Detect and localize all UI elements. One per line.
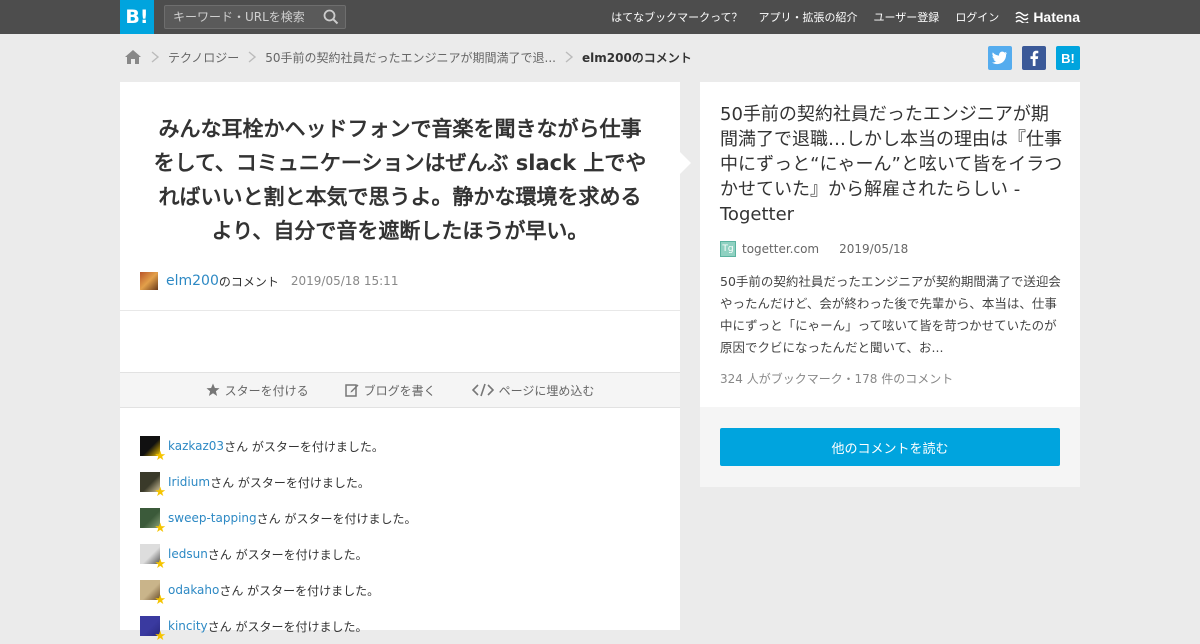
list-item: ★ kincity さん がスターを付けました。 (140, 608, 660, 644)
star-user-link[interactable]: sweep-tapping (168, 511, 257, 525)
search-input[interactable] (165, 6, 315, 28)
avatar[interactable]: ★ (140, 472, 166, 499)
chevron-right-icon (248, 51, 257, 63)
star-text: さん がスターを付けました。 (207, 547, 368, 562)
star-user-link[interactable]: kincity (168, 619, 208, 633)
list-item: ★ ledsun さん がスターを付けました。 (140, 536, 660, 572)
comment-text: みんな耳栓かヘッドフォンで音楽を聞きながら仕事をして、コミュニケーションはぜんぶ… (153, 117, 647, 243)
action-bar: スターを付ける ブログを書く ページに埋め込む (120, 372, 680, 408)
comment-suffix: のコメント (218, 274, 279, 289)
list-item: ★ kazkaz03 さん がスターを付けました。 (140, 428, 660, 464)
star-icon (206, 383, 220, 396)
entry-date: 2019/05/18 (839, 242, 909, 256)
share-buttons: B! (978, 46, 1080, 70)
embed-label: ページに埋め込む (498, 383, 595, 398)
edit-icon (344, 384, 359, 397)
write-blog-button[interactable]: ブログを書く (344, 382, 436, 399)
star-text: さん がスターを付けました。 (224, 439, 384, 454)
list-item: ★ odakaho さん がスターを付けました。 (140, 572, 660, 608)
nav-about[interactable]: はてなブックマークって？ (611, 9, 742, 25)
star-icon: ★ (154, 521, 166, 536)
add-star-button[interactable]: スターを付ける (206, 382, 309, 399)
add-star-label: スターを付ける (224, 383, 309, 398)
star-icon: ★ (154, 449, 166, 464)
star-icon: ★ (154, 485, 166, 500)
breadcrumb-current: elm200のコメント (582, 50, 692, 65)
hatena-brand-link[interactable]: Hatena (1015, 9, 1080, 25)
entry-source: Tg togetter.com 2019/05/18 (720, 241, 908, 257)
star-list: ★ kazkaz03 さん がスターを付けました。 ★ Iridium さん がスターを付… (140, 428, 660, 644)
entry-counts[interactable]: 324 人がブックマーク・178 件のコメント (720, 370, 953, 387)
breadcrumb-entry[interactable]: 50手前の契約社員だったエンジニアが期間満了で退... (265, 49, 556, 66)
pointer-arrow (680, 152, 691, 174)
entry-title-link[interactable]: 50手前の契約社員だったエンジニアが期間満了で退職…しかし本当の理由は『仕事中に… (720, 102, 1065, 227)
avatar[interactable]: ★ (140, 580, 166, 607)
star-icon: ★ (154, 557, 166, 572)
top-nav: はてなブックマークって？ アプリ・拡張の紹介 ユーザー登録 ログイン Haten… (595, 0, 1080, 34)
list-item: ★ sweep-tapping さん がスターを付けました。 (140, 500, 660, 536)
write-blog-label: ブログを書く (363, 383, 436, 398)
entry-summary: 50手前の契約社員だったエンジニアが契約期間満了で送迎会やったんだけど、会が終わ… (720, 274, 1061, 355)
hatena-bookmark-logo[interactable]: B! (120, 0, 154, 34)
avatar[interactable]: ★ (140, 508, 166, 535)
nav-login[interactable]: ログイン (955, 9, 999, 25)
chevron-right-icon (151, 51, 160, 63)
star-user-link[interactable]: kazkaz03 (168, 439, 224, 453)
star-text: さん がスターを付けました。 (256, 511, 417, 526)
home-icon[interactable] (124, 49, 142, 65)
embed-button[interactable]: ページに埋め込む (471, 382, 595, 399)
facebook-icon (1030, 50, 1039, 66)
comment-user-link[interactable]: elm200 (166, 273, 219, 289)
more-comments-panel: 他のコメントを読む (700, 407, 1080, 487)
star-icon: ★ (154, 629, 166, 644)
entry-domain[interactable]: togetter.com (742, 242, 819, 256)
breadcrumb-category[interactable]: テクノロジー (168, 49, 239, 66)
star-text: さん がスターを付けました。 (207, 619, 368, 634)
twitter-share-button[interactable] (988, 46, 1012, 70)
top-bar: B! はてなブックマークって？ アプリ・拡張の紹介 ユーザー登録 ログイン Ha… (0, 0, 1200, 34)
entry-card: 50手前の契約社員だったエンジニアが期間満了で退職…しかし本当の理由は『仕事中に… (700, 82, 1080, 407)
facebook-share-button[interactable] (1022, 46, 1046, 70)
comment-card: みんな耳栓かヘッドフォンで音楽を聞きながら仕事をして、コミュニケーションはぜんぶ… (120, 82, 680, 643)
star-icon: ★ (154, 593, 166, 608)
star-user-link[interactable]: Iridium (168, 475, 210, 489)
hatena-wave-icon (1015, 11, 1029, 23)
avatar[interactable]: ★ (140, 436, 166, 463)
comment-date[interactable]: 2019/05/18 15:11 (291, 274, 399, 288)
chevron-right-icon (565, 51, 574, 63)
comment-meta: elm200 のコメント 2019/05/18 15:11 (140, 272, 398, 290)
list-item: ★ Iridium さん がスターを付けました。 (140, 464, 660, 500)
star-user-link[interactable]: ledsun (168, 547, 208, 561)
nav-apps[interactable]: アプリ・拡張の紹介 (759, 9, 858, 25)
twitter-icon (992, 51, 1007, 65)
avatar[interactable]: ★ (140, 616, 166, 643)
divider (120, 310, 680, 311)
star-text: さん がスターを付けました。 (210, 475, 370, 490)
breadcrumb: テクノロジー 50手前の契約社員だったエンジニアが期間満了で退... elm20… (124, 46, 692, 68)
search-icon[interactable] (323, 9, 339, 25)
togetter-favicon-icon: Tg (720, 241, 736, 257)
avatar[interactable] (140, 272, 158, 290)
hatena-share-button[interactable]: B! (1056, 46, 1080, 70)
star-user-link[interactable]: odakaho (168, 583, 219, 597)
hatena-brand-label: Hatena (1033, 9, 1080, 25)
read-more-comments-button[interactable]: 他のコメントを読む (720, 428, 1060, 466)
nav-register[interactable]: ユーザー登録 (874, 9, 940, 25)
code-icon (471, 383, 494, 397)
star-text: さん がスターを付けました。 (219, 583, 380, 598)
search-box (164, 5, 346, 29)
avatar[interactable]: ★ (140, 544, 166, 571)
